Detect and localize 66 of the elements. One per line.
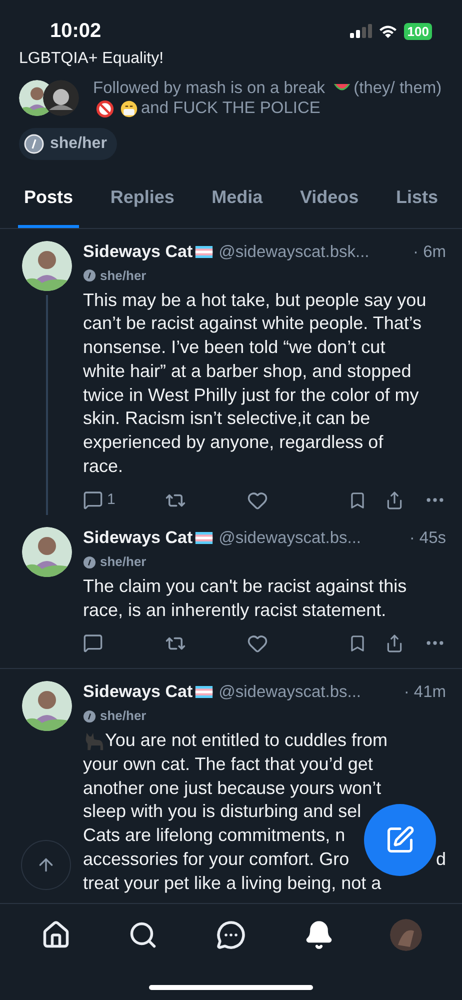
- scroll-top-button[interactable]: [21, 840, 71, 890]
- post-text: The claim you can't be racist against this race, is an inherently racist statement.: [83, 574, 408, 622]
- pronouns-icon: [83, 269, 96, 282]
- reply-icon[interactable]: [83, 633, 103, 654]
- like-icon[interactable]: [247, 490, 268, 511]
- home-icon[interactable]: [40, 920, 71, 950]
- user-avatar: [22, 527, 72, 578]
- author-name[interactable]: Sideways Cat: [83, 241, 193, 263]
- pronouns-icon: [24, 134, 44, 154]
- post-text-line: accessories for your comfort. Gro: [83, 848, 350, 871]
- post-time: · 6m: [412, 242, 446, 263]
- profile-avatar[interactable]: [390, 919, 422, 951]
- profile-tab[interactable]: Media: [206, 176, 269, 228]
- flag-icon: [194, 532, 213, 544]
- profile-tab[interactable]: Replies: [104, 176, 180, 228]
- bio-text: LGBTQIA+ Equality!: [19, 50, 164, 68]
- post-time: · 41m: [402, 682, 446, 704]
- bookmark-icon[interactable]: [348, 490, 367, 510]
- prohibited-icon: [96, 100, 114, 118]
- compose-icon: [385, 825, 415, 855]
- user-avatar: [22, 681, 72, 732]
- followers-text: (they/ them): [354, 79, 442, 97]
- signal-icon: [350, 24, 372, 38]
- post-text-line: another one just because yours won’t: [83, 776, 382, 800]
- flag-icon: [194, 246, 213, 258]
- post-text-line: You are not entitled to cuddles from: [83, 728, 388, 753]
- profile-tab[interactable]: Videos: [294, 176, 365, 228]
- pronouns-chip: she/her: [19, 128, 117, 160]
- profile-tab[interactable]: Lists: [390, 176, 444, 228]
- pronouns-label: she/her: [100, 553, 146, 572]
- author-handle[interactable]: @sidewayscat.bsk...: [218, 241, 370, 263]
- followers-text: Followed by mash is on a break: [93, 79, 326, 97]
- author-name[interactable]: Sideways Cat: [83, 681, 193, 704]
- author-handle[interactable]: @sidewayscat.bs...: [218, 527, 361, 550]
- reply-icon[interactable]: [83, 490, 103, 510]
- share-icon[interactable]: [385, 490, 404, 510]
- post-text-line: treat your pet like a living being, not a: [83, 872, 382, 895]
- pronouns-label: she/her: [100, 267, 146, 285]
- pronouns-icon: [83, 710, 96, 723]
- chat-icon[interactable]: [216, 920, 246, 950]
- post-time: · 45s: [408, 528, 446, 550]
- bookmark-icon[interactable]: [348, 634, 367, 653]
- cat-icon: [83, 730, 105, 751]
- user-avatar: [22, 241, 72, 291]
- face-icon: [120, 100, 138, 118]
- followers-text: and FUCK THE POLICE: [141, 99, 320, 117]
- follower-avatar: [43, 80, 79, 116]
- post-text-line: Cats are lifelong commitments, n: [83, 824, 346, 848]
- profile-tab[interactable]: Posts: [18, 176, 80, 228]
- pronouns-icon: [83, 556, 96, 569]
- pronouns-label: she/her: [100, 707, 146, 726]
- reply-count: 1: [107, 490, 116, 510]
- author-name[interactable]: Sideways Cat: [83, 527, 193, 550]
- like-icon[interactable]: [247, 632, 268, 654]
- search-icon[interactable]: [128, 920, 158, 950]
- post-text-fragment: d: [436, 848, 446, 871]
- status-time: 10:02: [50, 19, 102, 44]
- battery-indicator: 100: [404, 22, 432, 40]
- bell-icon[interactable]: [304, 920, 334, 950]
- post-text-line: sleep with you is disturbing and sel: [83, 800, 362, 824]
- author-handle[interactable]: @sidewayscat.bs...: [218, 681, 361, 704]
- post-text-line: your own cat. The fact that you’d get: [83, 752, 373, 776]
- flag-icon: [194, 686, 213, 698]
- wifi-icon: [378, 24, 398, 38]
- share-icon[interactable]: [385, 634, 404, 653]
- post-text: This may be a hot take, but people say you can’t be racist against white people. That’s nonsense. I’ve been told “we don’t cut white hair” at a barber shop, and stopped twice in West Philly just for the color of my skin. Racism isn’t selective,it can be experienced by anyone, regardless of race.: [83, 288, 427, 478]
